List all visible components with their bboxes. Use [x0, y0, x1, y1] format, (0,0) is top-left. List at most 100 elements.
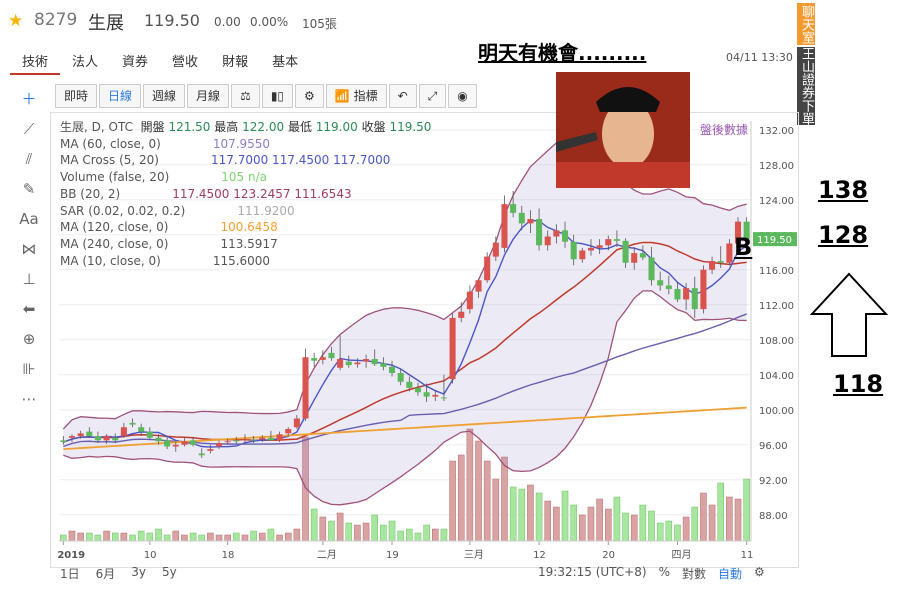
fib-icon[interactable]: ⫽ [14, 144, 44, 174]
candle-body [709, 261, 716, 270]
tab-institutional[interactable]: 法人 [60, 48, 110, 75]
tab-technical[interactable]: 技術 [10, 48, 61, 75]
pct-toggle[interactable]: % [659, 565, 670, 582]
volume-bar [198, 534, 206, 542]
volume-bar [682, 516, 690, 542]
candle-body [207, 449, 214, 451]
favorite-star-icon[interactable]: ★ [8, 11, 23, 31]
x-tick-label: 四月 [671, 549, 691, 561]
volume-bar [700, 492, 707, 542]
text-icon[interactable]: Aa [14, 204, 44, 234]
volume-bar [570, 504, 577, 542]
range-5y[interactable]: 5y [162, 565, 177, 582]
volume-bar [501, 456, 508, 542]
crosshair-icon[interactable]: ＋ [14, 84, 44, 114]
volume-bar [181, 534, 188, 542]
log-toggle[interactable]: 對數 [682, 565, 706, 582]
tab-financials[interactable]: 財報 [210, 48, 260, 75]
volume-bar [137, 530, 145, 542]
range-6m[interactable]: 6月 [96, 565, 116, 582]
fullscreen-icon[interactable]: ⤢ [418, 84, 447, 108]
overlay-photo [556, 72, 690, 188]
candle-body [198, 453, 205, 456]
candle-body [241, 439, 249, 441]
candle-body [259, 437, 266, 440]
volume-bar [224, 534, 231, 542]
volume-bar [207, 532, 214, 542]
volume-bar [319, 516, 327, 542]
volume-bar [639, 504, 647, 542]
brush-icon[interactable]: ✎ [14, 174, 44, 204]
volume-bar [85, 532, 93, 542]
auto-toggle[interactable]: 自動 [718, 565, 742, 582]
gear-icon[interactable]: ⚙ [295, 84, 324, 108]
more-icon[interactable]: ⋯ [14, 384, 44, 414]
candle-body [68, 436, 76, 438]
candle-style-icon[interactable]: ▮▯ [261, 84, 294, 108]
btn-realtime[interactable]: 即時 [55, 84, 98, 108]
volume-bar [111, 532, 119, 542]
zoom-icon[interactable]: ⊕ [14, 324, 44, 354]
chatroom-banner[interactable]: 聊天室 [797, 3, 815, 45]
x-tick-label: 2019 [57, 550, 85, 561]
candle-body [518, 212, 525, 224]
chart-toolbar: 即時 日線 週線 月線 ⚖ ▮▯ ⚙ 📶 指標 ↶ ⤢ ◉ [55, 84, 477, 108]
y-tick-label: 88.00 [759, 511, 788, 522]
legend-close: 119.50 [389, 120, 432, 134]
range-1d[interactable]: 1日 [60, 565, 80, 582]
volume-bar [258, 532, 266, 542]
stock-code: 8279 [34, 10, 78, 30]
candle-body [553, 230, 560, 237]
clock: 19:32:15 (UTC+8) [538, 565, 647, 579]
candle-body [475, 280, 482, 292]
candle-body [86, 431, 93, 436]
candle-body [328, 352, 335, 359]
btn-indicators[interactable]: 📶 指標 [325, 84, 387, 108]
legend-indicator: MA Cross (5, 20) 117.7000 117.4500 117.70… [60, 152, 431, 169]
arrow-left-icon[interactable]: ⬅ [14, 294, 44, 324]
volume-bar [155, 528, 162, 542]
btn-monthly[interactable]: 月線 [187, 84, 230, 108]
y-tick-label: 128.00 [759, 161, 794, 172]
candle-body [579, 250, 586, 260]
candle-body [224, 441, 231, 443]
settings-gear-icon[interactable]: ⚙ [754, 565, 765, 582]
volume-bar [509, 486, 517, 542]
volume-bar [561, 490, 569, 542]
tab-revenue[interactable]: 營收 [160, 48, 210, 75]
ruler-icon[interactable]: ⊪ [14, 354, 44, 384]
legend-indicator: BB (20, 2) 117.4500 123.2457 111.6543 [60, 186, 431, 203]
candle-body [276, 434, 283, 441]
candle-body [544, 236, 551, 246]
trendline-icon[interactable]: ⟋ [14, 114, 44, 144]
volume-bar [708, 504, 716, 542]
pattern-icon[interactable]: ⋈ [14, 234, 44, 264]
legend-high-label: 最高 [214, 120, 239, 134]
btn-daily[interactable]: 日線 [99, 84, 142, 108]
candle-body [60, 440, 67, 443]
volume-bar [457, 454, 465, 542]
volume-bar [691, 506, 699, 542]
measure-icon[interactable]: ⊥ [14, 264, 44, 294]
annotation-118: 118 [833, 370, 884, 398]
undo-icon[interactable]: ↶ [388, 84, 417, 108]
btn-weekly[interactable]: 週線 [143, 84, 186, 108]
legend-indicator: MA (120, close, 0) 100.6458 [60, 219, 431, 236]
stock-name: 生展 [88, 13, 124, 34]
candle-body [466, 291, 473, 310]
tab-margin[interactable]: 資券 [110, 48, 160, 75]
camera-icon[interactable]: ◉ [448, 84, 477, 108]
range-3y[interactable]: 3y [131, 565, 146, 582]
range-bar: 1日 6月 3y 5y [60, 565, 177, 582]
compare-icon[interactable]: ⚖ [231, 84, 260, 108]
after-hours-label[interactable]: 盤後數據 [700, 121, 748, 138]
volume-bar [345, 522, 353, 542]
candle-body [639, 253, 646, 258]
candle-body [605, 239, 612, 246]
candle-body [587, 247, 595, 251]
y-tick-label: 92.00 [759, 476, 788, 487]
candle-body [285, 429, 292, 434]
broker-order-banner[interactable]: 王山證券下單 [797, 47, 815, 125]
tab-basic[interactable]: 基本 [260, 48, 310, 75]
volume-bar [336, 512, 344, 542]
